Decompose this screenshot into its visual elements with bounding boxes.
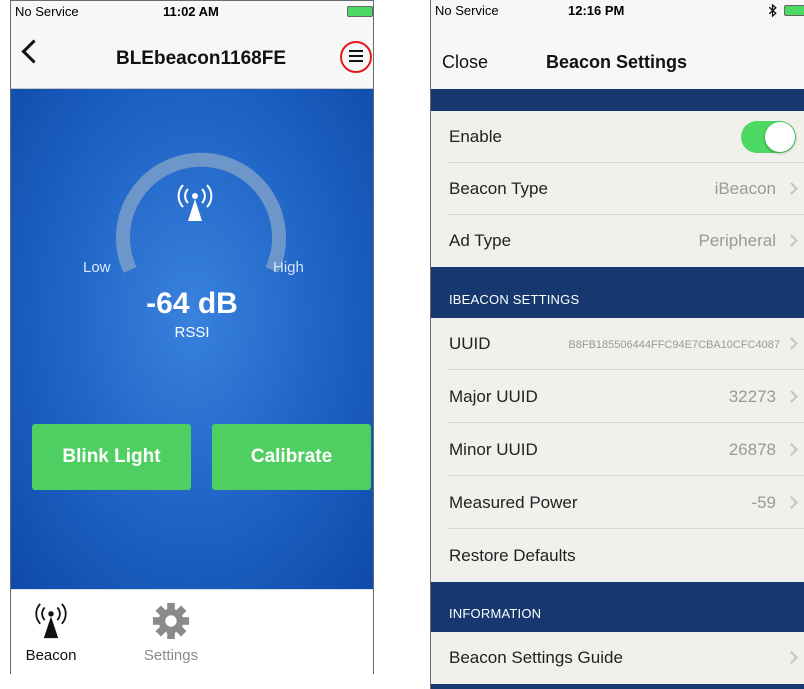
ad-type-value: Peripheral xyxy=(698,231,777,250)
beacon-type-label: Beacon Type xyxy=(449,179,548,198)
battery-icon xyxy=(784,5,804,16)
gear-icon xyxy=(152,602,190,640)
minor-uuid-value: 26878 xyxy=(728,440,776,459)
beacon-type-row[interactable]: Beacon Type iBeacon xyxy=(431,163,804,215)
ad-type-row[interactable]: Ad Type Peripheral xyxy=(431,215,804,267)
clock: 11:02 AM xyxy=(163,4,219,19)
enable-toggle[interactable] xyxy=(741,121,796,153)
tab-beacon-label: Beacon xyxy=(25,647,77,664)
clock: 12:16 PM xyxy=(568,3,625,18)
ad-type-label: Ad Type xyxy=(449,231,512,250)
chevron-right-icon xyxy=(785,234,798,247)
measured-power-label: Measured Power xyxy=(449,493,578,512)
enable-label: Enable xyxy=(449,127,502,146)
navigation-bar: No Service 11:02 AM BLEbeacon1168FE xyxy=(11,1,373,89)
information-section-header: INFORMATION xyxy=(449,606,542,621)
gauge-high-label: High xyxy=(273,259,304,276)
information-group: Beacon Settings Guide xyxy=(431,632,804,684)
beacon-screen: No Service 11:02 AM BLEbeacon1168FE Low … xyxy=(10,0,374,674)
close-button[interactable]: Close xyxy=(442,52,488,73)
carrier-label: No Service xyxy=(15,4,79,19)
chevron-right-icon xyxy=(785,496,798,509)
signal-panel: Low High -64 dB RSSI Blink Light Calibra… xyxy=(11,89,373,589)
measured-power-value: -59 xyxy=(751,493,776,512)
uuid-value: B8FB185506444FFC94E7CBA10CFC4087 xyxy=(568,339,780,351)
tab-settings[interactable]: Settings xyxy=(131,590,211,674)
major-uuid-value: 32273 xyxy=(728,387,776,406)
chevron-right-icon xyxy=(785,182,798,195)
calibrate-button[interactable]: Calibrate xyxy=(212,424,371,490)
beacon-settings-screen: No Service 12:16 PM Close Beacon Setting… xyxy=(430,0,804,689)
chevron-right-icon xyxy=(785,651,798,664)
general-settings-group: Enable Beacon Type iBeacon Ad Type Perip… xyxy=(431,111,804,267)
enable-row: Enable xyxy=(431,111,804,163)
restore-defaults-row[interactable]: Restore Defaults xyxy=(431,530,804,582)
chevron-right-icon xyxy=(785,390,798,403)
beacon-settings-guide-row[interactable]: Beacon Settings Guide xyxy=(431,632,804,684)
page-title: BLEbeacon1168FE xyxy=(115,48,287,69)
minor-uuid-label: Minor UUID xyxy=(449,440,538,459)
navigation-bar: Close Beacon Settings xyxy=(431,20,804,89)
beacon-settings-guide-label: Beacon Settings Guide xyxy=(449,648,623,667)
ibeacon-settings-group: UUID B8FB185506444FFC94E7CBA10CFC4087 Ma… xyxy=(431,318,804,582)
beacon-icon xyxy=(35,603,67,639)
status-bar: No Service 11:02 AM xyxy=(11,1,373,21)
tab-beacon[interactable]: Beacon xyxy=(11,590,91,674)
rssi-value: -64 dB xyxy=(146,287,238,320)
uuid-row[interactable]: UUID B8FB185506444FFC94E7CBA10CFC4087 xyxy=(431,318,804,370)
blink-light-button[interactable]: Blink Light xyxy=(32,424,191,490)
beacon-type-value: iBeacon xyxy=(714,179,776,198)
major-uuid-row[interactable]: Major UUID 32273 xyxy=(431,371,804,423)
major-uuid-label: Major UUID xyxy=(449,387,538,406)
measured-power-row[interactable]: Measured Power -59 xyxy=(431,477,804,529)
uuid-label: UUID xyxy=(449,334,491,353)
rssi-label: RSSI xyxy=(174,324,210,341)
back-icon[interactable] xyxy=(21,39,46,64)
minor-uuid-row[interactable]: Minor UUID 26878 xyxy=(431,424,804,476)
status-bar: No Service 12:16 PM xyxy=(431,0,804,20)
battery-icon xyxy=(347,6,373,17)
ibeacon-section-header: IBEACON SETTINGS xyxy=(449,292,580,307)
chevron-right-icon xyxy=(785,443,798,456)
page-title: Beacon Settings xyxy=(546,52,688,72)
chevron-right-icon xyxy=(785,337,798,350)
tab-settings-label: Settings xyxy=(143,647,199,664)
beacon-signal-icon xyxy=(177,184,213,221)
hamburger-icon xyxy=(349,50,363,52)
restore-defaults-label: Restore Defaults xyxy=(449,546,576,565)
bluetooth-icon xyxy=(768,4,777,17)
tab-bar: Beacon Settings xyxy=(11,589,373,674)
gauge-low-label: Low xyxy=(83,259,111,276)
menu-button[interactable] xyxy=(340,41,372,73)
carrier-label: No Service xyxy=(435,3,499,18)
